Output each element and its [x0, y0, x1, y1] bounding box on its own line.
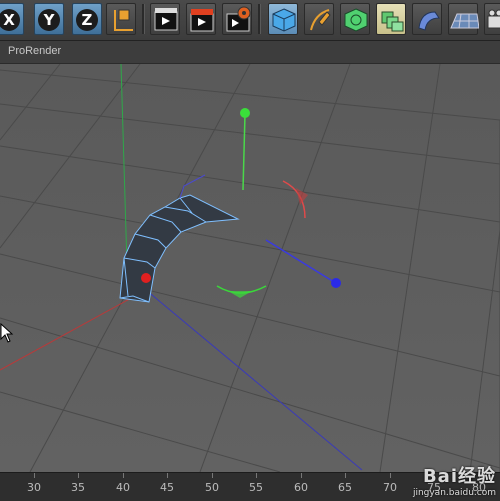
ruler-tick: [390, 473, 391, 478]
ruler-tick: [301, 473, 302, 478]
world-x-axis: [0, 289, 147, 371]
subdivision-surface-icon: [344, 8, 368, 32]
cube-object-button[interactable]: [268, 3, 298, 35]
viewport-scene: [0, 64, 500, 472]
render-to-picture-viewer-icon: [190, 9, 214, 32]
render-settings-button[interactable]: [222, 3, 252, 35]
render-view-icon: [154, 8, 178, 31]
viewport-header: ProRender: [0, 41, 500, 64]
z-axis-lock-button[interactable]: Z: [72, 3, 102, 35]
camera-button[interactable]: [484, 3, 500, 35]
ruler-label: 35: [71, 481, 85, 494]
watermark: Bai经验 jingyan.baidu.com: [413, 462, 496, 498]
ruler-label: 40: [116, 481, 130, 494]
x-axis-label: X: [0, 9, 20, 31]
array-icon: [381, 11, 404, 32]
y-axis-label: Y: [38, 9, 60, 31]
3d-viewport[interactable]: [0, 64, 500, 472]
pen-spline-icon: [310, 9, 331, 31]
render-settings-icon: [226, 6, 251, 32]
subdivision-surface-button[interactable]: [340, 3, 370, 35]
z-axis-label: Z: [76, 9, 98, 31]
ruler-tick: [167, 473, 168, 478]
ruler-tick: [123, 473, 124, 478]
ruler-tick: [34, 473, 35, 478]
viewport-title: ProRender: [8, 45, 62, 57]
x-axis-lock-button[interactable]: X: [0, 3, 24, 35]
ruler-label: 65: [338, 481, 352, 494]
pen-spline-button[interactable]: [304, 3, 334, 35]
floor-icon: [450, 13, 479, 29]
mouse-cursor-icon: [0, 323, 14, 343]
ruler-label: 45: [160, 481, 174, 494]
watermark-url: jingyan.baidu.com: [412, 488, 496, 498]
ruler-label: 70: [383, 481, 397, 494]
main-toolbar: X Y Z: [0, 0, 500, 41]
world-coordinates-icon: [114, 9, 133, 31]
deformer-icon: [418, 11, 440, 31]
floor-button[interactable]: [448, 3, 479, 35]
render-view-button[interactable]: [150, 3, 180, 35]
ruler-tick: [345, 473, 346, 478]
ruler-tick: [78, 473, 79, 478]
toolbar-separator: [142, 4, 145, 34]
deformer-gizmo[interactable]: [216, 108, 341, 298]
ruler-label: 50: [205, 481, 219, 494]
cube-object-icon: [272, 8, 296, 32]
watermark-logo: Bai经验: [422, 466, 496, 487]
y-axis-lock-button[interactable]: Y: [34, 3, 64, 35]
ruler-label: 55: [249, 481, 263, 494]
floor-grid: [0, 64, 500, 472]
world-coordinates-button[interactable]: [106, 3, 136, 35]
toolbar-separator: [258, 4, 261, 34]
ruler-label: 30: [27, 481, 41, 494]
ruler-tick: [212, 473, 213, 478]
camera-icon: [487, 9, 500, 29]
object-pivot-handle[interactable]: [141, 273, 151, 283]
deformer-button[interactable]: [412, 3, 442, 35]
ruler-label: 60: [294, 481, 308, 494]
array-button[interactable]: [376, 3, 406, 35]
ruler-tick: [256, 473, 257, 478]
render-to-picture-viewer-button[interactable]: [186, 3, 216, 35]
